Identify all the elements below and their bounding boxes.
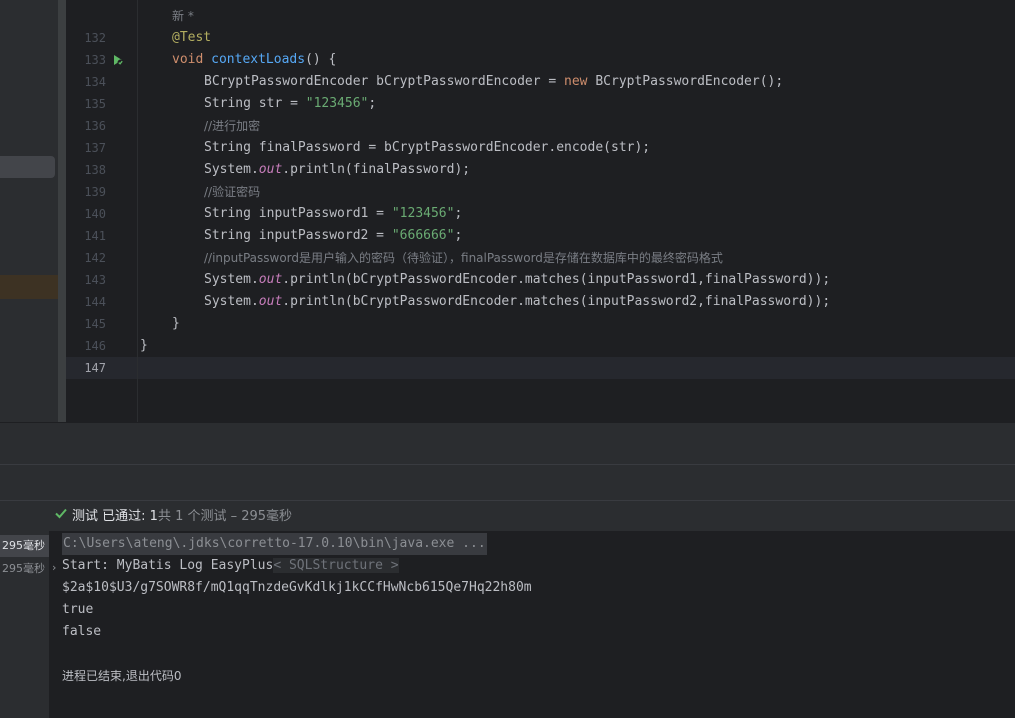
panel-splitter[interactable]	[58, 0, 66, 422]
tool-window-header	[0, 422, 1015, 465]
line-number: 145	[84, 317, 106, 331]
check-icon	[55, 508, 67, 519]
test-results-tree[interactable]: 295毫秒 295毫秒	[0, 531, 49, 718]
console-hash-output: $2a$10$U3/g7SOWR8f/mQ1qqTnzdeGvKdlkj1kCC…	[62, 580, 532, 595]
code-line-144: System.out.println(bCryptPasswordEncoder…	[204, 294, 831, 309]
code-line-139: //验证密码	[204, 185, 261, 199]
run-toolbar	[0, 464, 1015, 501]
line-number: 136	[84, 119, 106, 133]
line-number: 138	[84, 163, 106, 177]
line-number: 143	[84, 273, 106, 287]
line-number: 137	[84, 141, 106, 155]
code-line-135: String str = "123456";	[204, 96, 377, 111]
code-line-146: }	[140, 338, 148, 353]
project-tree-selected-item[interactable]	[0, 156, 55, 178]
code-line-138: System.out.println(finalPassword);	[204, 162, 471, 177]
line-number: 140	[84, 207, 106, 221]
console-command-line[interactable]: C:\Users\ateng\.jdks\corretto-17.0.10\bi…	[62, 533, 487, 555]
line-number: 135	[84, 97, 106, 111]
line-number: 139	[84, 185, 106, 199]
author-inlay-hint: 新 *	[172, 9, 194, 23]
line-number: 141	[84, 229, 106, 243]
line-number: 142	[84, 251, 106, 265]
project-tree-highlight	[0, 275, 58, 299]
code-line-133: void contextLoads() {	[172, 52, 337, 67]
current-line-highlight	[66, 357, 1015, 379]
line-number: 134	[84, 75, 106, 89]
test-status-label: 测试 已通过:	[72, 509, 146, 524]
line-number: 144	[84, 295, 106, 309]
code-line-141: String inputPassword2 = "666666";	[204, 228, 463, 243]
console-false-output: false	[62, 624, 102, 639]
console-exit-line: 进程已结束,退出代码0	[62, 669, 182, 683]
console-start-line: Start: MyBatis Log EasyPlus< SQLStructur…	[62, 558, 399, 573]
project-panel	[0, 0, 58, 422]
test-status-summary: 共 1 个测试 – 295毫秒	[157, 509, 293, 524]
code-line-136: //进行加密	[204, 119, 261, 133]
line-number: 146	[84, 339, 106, 353]
code-line-143: System.out.println(bCryptPasswordEncoder…	[204, 272, 831, 287]
code-line-132: @Test	[172, 30, 212, 45]
test-tree-item[interactable]: 295毫秒	[0, 558, 49, 580]
line-number-current: 147	[84, 361, 106, 375]
code-line-142: //inputPassword是用户输入的密码（待验证），finalPasswo…	[204, 251, 723, 265]
code-line-137: String finalPassword = bCryptPasswordEnc…	[204, 140, 651, 155]
console-true-output: true	[62, 602, 94, 617]
gutter-divider	[137, 0, 138, 422]
code-editor[interactable]: 132 133 134 135 136 137 138 139 140 141 …	[66, 0, 1015, 422]
expand-arrow-icon[interactable]: ›	[52, 561, 56, 574]
test-tree-item[interactable]: 295毫秒	[0, 535, 49, 557]
code-line-145: }	[172, 316, 180, 331]
code-line-140: String inputPassword1 = "123456";	[204, 206, 463, 221]
code-line-134: BCryptPasswordEncoder bCryptPasswordEnco…	[204, 74, 784, 89]
line-number: 133	[84, 53, 106, 67]
run-test-icon[interactable]	[112, 54, 124, 66]
sql-structure-fold[interactable]: < SQLStructure >	[273, 558, 399, 573]
run-console[interactable]: C:\Users\ateng\.jdks\corretto-17.0.10\bi…	[49, 531, 1015, 718]
test-passed-count: 1	[149, 509, 158, 524]
test-status-text: 测试 已通过: 1共 1 个测试 – 295毫秒	[72, 505, 292, 524]
line-number: 132	[84, 31, 106, 45]
